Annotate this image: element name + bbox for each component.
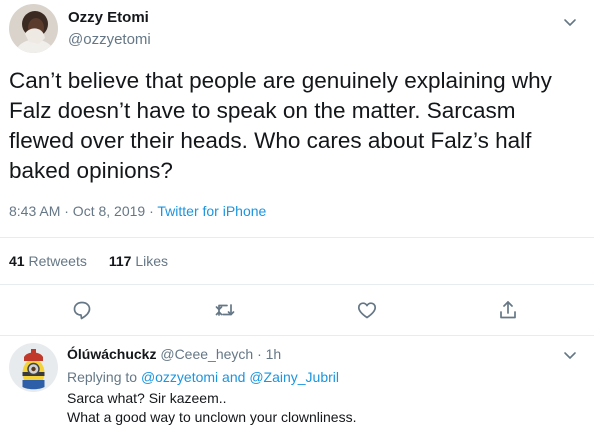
chevron-down-icon[interactable] [562, 14, 578, 30]
divider [0, 284, 594, 285]
reply-separator: · [253, 346, 266, 362]
mention-link[interactable]: @ozzyetomi [141, 369, 218, 385]
speech-bubble-icon[interactable] [70, 298, 94, 322]
replying-to: Replying to @ozzyetomi and @Zainy_Jubril [67, 369, 339, 385]
share-upload-icon[interactable] [496, 298, 520, 322]
retweets-label: Retweets [28, 253, 87, 269]
mention-link[interactable]: @Zainy_Jubril [249, 369, 339, 385]
reply-line: Sarca what? Sir kazeem.. [67, 390, 227, 406]
tweet-meta: 8:43 AM · Oct 8, 2019 · Twitter for iPho… [9, 203, 266, 219]
likes-stat[interactable]: 117 Likes [109, 253, 168, 269]
author-handle[interactable]: @ozzyetomi [68, 31, 151, 48]
tweet-stats: 41 Retweets 117 Likes [9, 253, 168, 269]
divider [0, 237, 594, 238]
chevron-down-icon[interactable] [562, 347, 578, 363]
reply-author-name[interactable]: Ólúwáchuckz [67, 346, 156, 362]
likes-count: 117 [108, 253, 132, 269]
retweets-count: 41 [9, 253, 25, 269]
reply-author-handle[interactable]: @Ceee_heych [160, 346, 253, 362]
divider [0, 335, 594, 336]
retweet-arrows-icon[interactable] [213, 298, 237, 322]
mention-and[interactable]: and [218, 369, 249, 385]
tweet-page: Ozzy Etomi @ozzyetomi Can’t believe that… [0, 0, 594, 426]
reply-author-avatar[interactable] [9, 343, 58, 392]
likes-label: Likes [135, 253, 168, 269]
reply-time[interactable]: 1h [266, 346, 282, 362]
tweet-text: Can’t believe that people are genuinely … [9, 68, 552, 183]
replying-prefix: Replying to [67, 369, 141, 385]
heart-icon[interactable] [355, 298, 379, 322]
author-name[interactable]: Ozzy Etomi [68, 9, 149, 26]
reply-line: What a good way to unclown your clownlin… [67, 409, 357, 425]
reply-text: Sarca what? Sir kazeem.. What a good way… [67, 389, 582, 426]
reply-header: Ólúwáchuckz @Ceee_heych · 1h [67, 346, 281, 362]
retweets-stat[interactable]: 41 Retweets [9, 253, 87, 269]
tweet-timestamp[interactable]: 8:43 AM · Oct 8, 2019 · [9, 203, 157, 219]
tweet-source[interactable]: Twitter for iPhone [157, 203, 266, 219]
author-avatar[interactable] [9, 4, 58, 53]
